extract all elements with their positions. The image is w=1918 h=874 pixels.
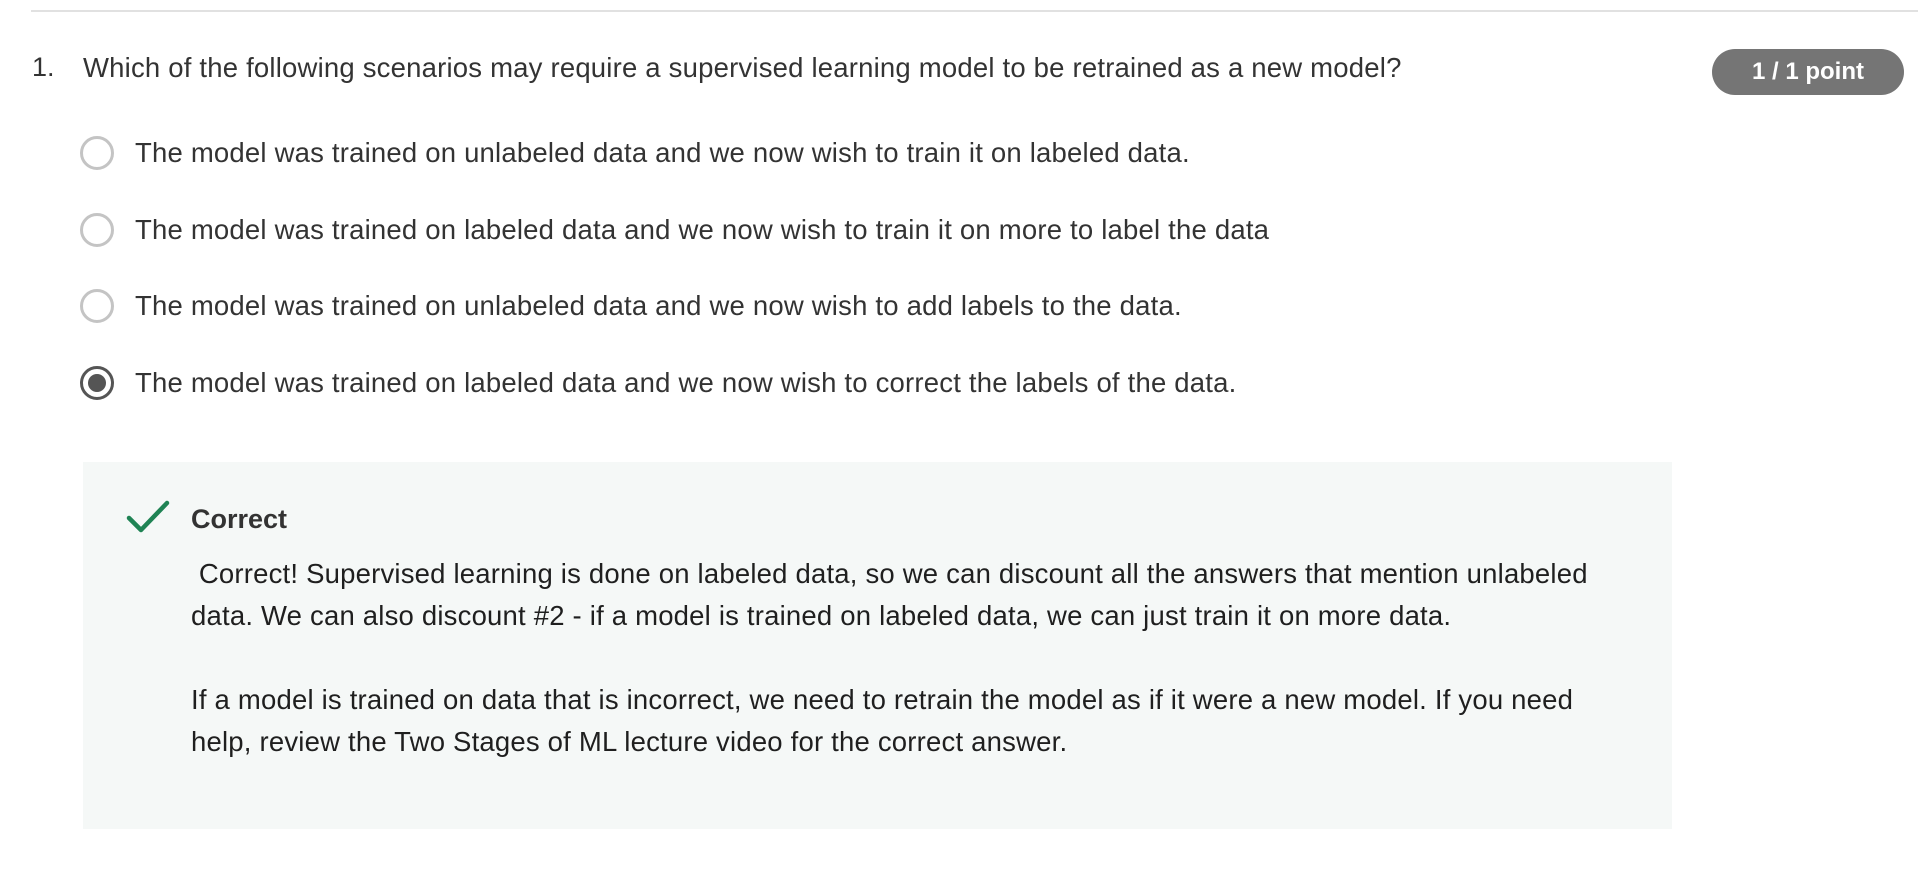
question-number: 1.	[32, 52, 55, 82]
feedback-paragraph: If a model is trained on data that is in…	[191, 684, 1574, 757]
feedback-panel: Correct Correct! Supervised learning is …	[83, 462, 1672, 829]
radio-button-selected[interactable]	[80, 366, 114, 400]
feedback-title: Correct	[191, 504, 288, 534]
answer-option-4[interactable]: The model was trained on labeled data an…	[80, 361, 1236, 405]
option-label: The model was trained on unlabeled data …	[135, 290, 1182, 321]
checkmark-icon	[126, 500, 170, 533]
feedback-body: Correct! Supervised learning is done on …	[191, 553, 1611, 763]
question-text: Which of the following scenarios may req…	[83, 52, 1402, 83]
answer-option-3[interactable]: The model was trained on unlabeled data …	[80, 284, 1182, 328]
answer-option-2[interactable]: The model was trained on labeled data an…	[80, 208, 1269, 252]
radio-button[interactable]	[80, 136, 114, 170]
score-badge: 1 / 1 point	[1712, 49, 1904, 95]
radio-button[interactable]	[80, 213, 114, 247]
option-label: The model was trained on labeled data an…	[135, 214, 1270, 245]
feedback-paragraph: Correct! Supervised learning is done on …	[191, 558, 1596, 631]
answer-option-1[interactable]: The model was trained on unlabeled data …	[80, 131, 1190, 175]
option-label: The model was trained on labeled data an…	[135, 367, 1237, 398]
radio-button[interactable]	[80, 289, 114, 323]
option-label: The model was trained on unlabeled data …	[135, 137, 1190, 168]
divider	[31, 10, 1918, 12]
